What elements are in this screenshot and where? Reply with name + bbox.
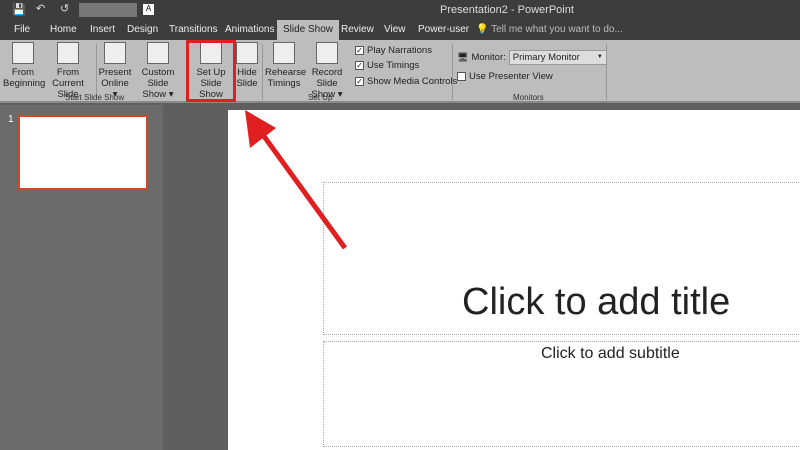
red-arrow-annotation [245, 110, 348, 250]
